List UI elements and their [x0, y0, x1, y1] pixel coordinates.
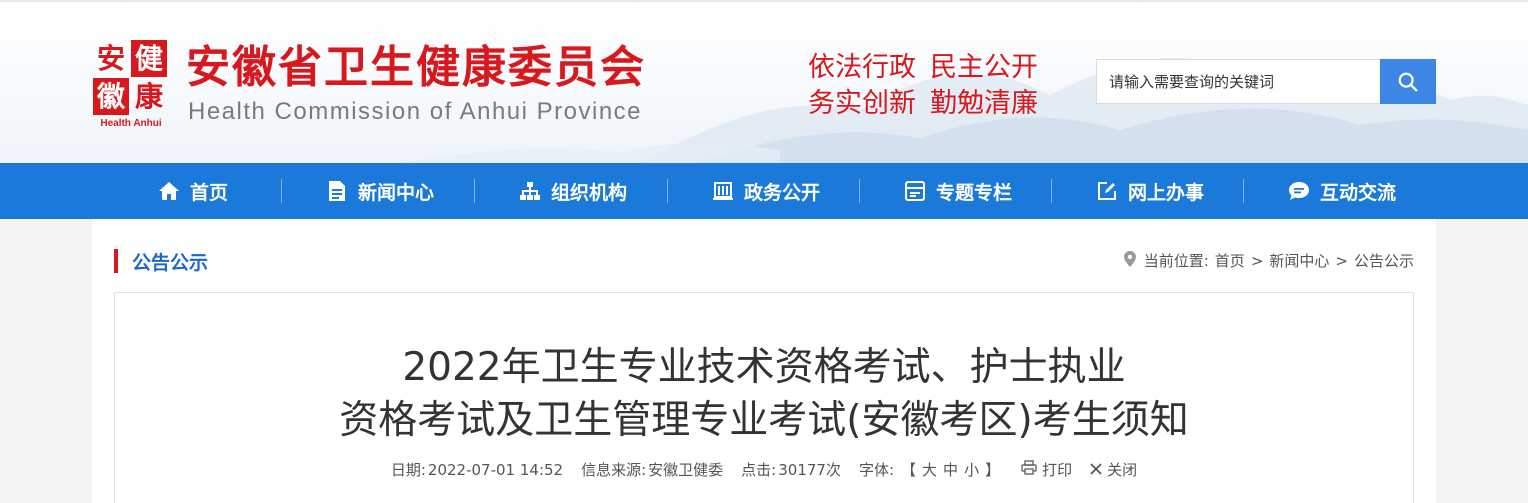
nav-label: 政务公开 [743, 181, 820, 204]
source-label: 信息来源: [581, 461, 647, 479]
search-button[interactable] [1380, 59, 1436, 104]
search-input[interactable] [1096, 59, 1381, 104]
edit-icon [1096, 180, 1118, 202]
seal-english-label: Health Anhui [100, 118, 162, 129]
nav-label: 首页 [189, 181, 228, 204]
nav-item-news[interactable]: 新闻中心 [290, 163, 470, 219]
site-subtitle: Health Commission of Anhui Province [188, 98, 643, 125]
content-panel: 公告公示 当前位置: 首页 > 新闻中心 > 公告公示 2022年卫生专业技术资… [92, 219, 1436, 503]
close-icon [1090, 461, 1102, 479]
site-title[interactable]: 安徽省卫生健康委员会 [186, 40, 646, 96]
motto-phrase: 依法行政 [808, 52, 916, 83]
nav-item-interaction[interactable]: 互动交流 [1252, 163, 1432, 219]
motto-line: 依法行政 民主公开 [808, 50, 1052, 86]
close-label: 关闭 [1107, 461, 1138, 479]
article-source: 信息来源: 安徽卫健委 [581, 459, 723, 480]
breadcrumb-separator: > [1250, 251, 1264, 270]
motto-phrase: 民主公开 [930, 52, 1038, 83]
motto-phrase: 务实创新 [808, 88, 916, 119]
font-size-label: 字体: [858, 461, 895, 479]
site-header: 安 健 徽 康 Health Anhui 安徽省卫生健康委员会 Health C… [0, 0, 1528, 163]
article-meta: 日期: 2022-07-01 14:52 信息来源: 安徽卫健委 点击: 301… [115, 459, 1413, 480]
nav-item-government-affairs[interactable]: 政务公开 [676, 163, 856, 219]
section-title-bar [114, 249, 118, 273]
motto-line: 务实创新 勤勉清廉 [808, 86, 1052, 122]
breadcrumb-link-notices[interactable]: 公告公示 [1354, 250, 1414, 271]
breadcrumb-label: 当前位置: [1143, 252, 1209, 270]
article-title-line: 资格考试及卫生管理专业考试(安徽考区)考生须知 [339, 398, 1189, 443]
printer-icon [1021, 460, 1037, 479]
article-title: 2022年卫生专业技术资格考试、护士执业 资格考试及卫生管理专业考试(安徽考区)… [115, 341, 1413, 447]
breadcrumb-link-home[interactable]: 首页 [1215, 250, 1245, 271]
search-box [1096, 59, 1436, 104]
nav-label: 互动交流 [1319, 181, 1396, 204]
date-label: 日期: [390, 461, 426, 479]
close-button[interactable]: 关闭 [1090, 459, 1137, 480]
org-chart-icon [519, 180, 541, 202]
section-title-text: 公告公示 [132, 251, 209, 274]
clicks-value: 30177次 [778, 461, 841, 479]
nav-item-topics[interactable]: 专题专栏 [868, 163, 1048, 219]
topic-icon [904, 180, 926, 202]
search-icon [1398, 72, 1418, 91]
nav-label: 新闻中心 [357, 181, 434, 204]
nav-divider [667, 179, 668, 203]
chat-icon [1288, 180, 1310, 202]
section-title: 公告公示 [114, 249, 209, 274]
nav-item-online-services[interactable]: 网上办事 [1060, 163, 1240, 219]
nav-divider [281, 179, 282, 203]
nav-label: 专题专栏 [935, 181, 1012, 204]
motto: 依法行政 民主公开 务实创新 勤勉清廉 [808, 50, 1052, 122]
article-date: 日期: 2022-07-01 14:52 [391, 459, 563, 480]
seal-char: 康 [134, 80, 163, 113]
nav-divider [1051, 179, 1052, 203]
article-box: 2022年卫生专业技术资格考试、护士执业 资格考试及卫生管理专业考试(安徽考区)… [114, 292, 1414, 503]
nav-divider [859, 179, 860, 203]
font-size-control: 字体: 【 大 中 小 】 [859, 459, 1003, 480]
nav-label: 网上办事 [1127, 181, 1204, 204]
print-button[interactable]: 打印 [1021, 459, 1072, 480]
breadcrumb-separator: > [1335, 251, 1348, 270]
font-size-large[interactable]: 大 [922, 459, 937, 480]
breadcrumb-link-news[interactable]: 新闻中心 [1269, 250, 1329, 271]
seal-char: 安 [96, 42, 125, 75]
document-icon [326, 180, 348, 202]
home-icon [158, 180, 180, 202]
nav-divider [474, 179, 475, 203]
font-bracket-open: 【 [901, 461, 917, 479]
font-bracket-close: 】 [985, 461, 1001, 479]
print-label: 打印 [1042, 461, 1073, 479]
nav-divider [1243, 179, 1244, 203]
breadcrumb: 当前位置: 首页 > 新闻中心 > 公告公示 [1123, 250, 1414, 271]
nav-item-organization[interactable]: 组织机构 [483, 163, 663, 219]
building-icon [712, 180, 734, 202]
clicks-label: 点击: [741, 461, 777, 479]
nav-item-home[interactable]: 首页 [108, 163, 278, 219]
nav-label: 组织机构 [550, 181, 627, 204]
article-clicks: 点击: 30177次 [741, 459, 841, 480]
seal-char: 徽 [93, 78, 129, 115]
seal-char: 健 [131, 40, 167, 77]
motto-phrase: 勤勉清廉 [930, 88, 1038, 119]
article-title-line: 2022年卫生专业技术资格考试、护士执业 [402, 345, 1126, 390]
date-value: 2022-07-01 14:52 [427, 460, 564, 479]
source-value: 安徽卫健委 [648, 461, 724, 479]
font-size-medium[interactable]: 中 [943, 459, 958, 480]
location-pin-icon [1123, 250, 1136, 271]
font-size-small[interactable]: 小 [964, 459, 979, 480]
main-nav: 首页 新闻中心 组织机构 政务公开 专题专栏 网上办事 互动交流 [0, 163, 1528, 219]
site-logo-seal[interactable]: 安 健 徽 康 [93, 40, 167, 116]
